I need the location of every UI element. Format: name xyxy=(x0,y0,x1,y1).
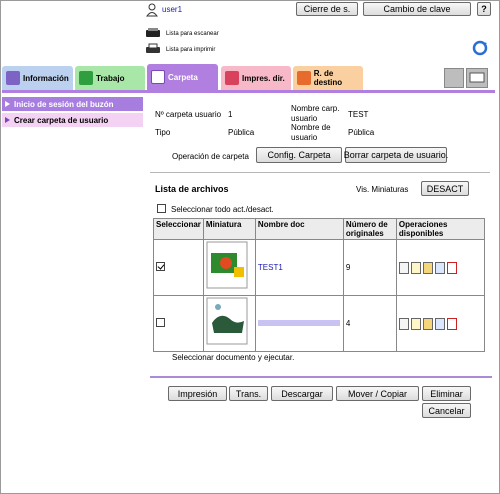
originals-count: 9 xyxy=(342,239,397,296)
operations-cell xyxy=(395,295,486,352)
copy-status-icon[interactable] xyxy=(444,68,464,88)
originals-count: 4 xyxy=(342,295,397,352)
info-icon xyxy=(6,71,20,85)
row-select-cell xyxy=(153,239,204,296)
row-checkbox[interactable] xyxy=(156,318,165,327)
copy-doc-icon[interactable] xyxy=(434,317,445,330)
folder-number-value: 1 xyxy=(228,110,233,119)
tab-underline xyxy=(2,90,495,93)
folder-type-value: Pública xyxy=(228,128,255,137)
scan-status: Lista para escanear xyxy=(166,31,219,37)
user-name: user1 xyxy=(162,5,183,14)
doc-details-icon[interactable] xyxy=(398,317,409,330)
folder-operation-label: Operación de carpeta xyxy=(172,152,249,161)
document-thumbnail[interactable] xyxy=(206,241,250,289)
thumbnail-cell xyxy=(202,295,256,352)
tab-carpeta[interactable]: Carpeta xyxy=(147,64,218,90)
folder-name-value: TEST xyxy=(348,110,369,119)
folder-name-label-2: usuario xyxy=(291,114,318,123)
sidebar-item-create-folder[interactable]: Crear carpeta de usuario xyxy=(2,113,143,127)
destination-icon xyxy=(297,71,311,85)
document-thumbnail[interactable] xyxy=(206,297,250,345)
sidebar-item-login-label: Inicio de sesión del buzón xyxy=(14,99,114,109)
doc-name-link[interactable]: TEST1 xyxy=(254,239,344,296)
screen-icon[interactable] xyxy=(466,68,488,88)
direct-print-icon xyxy=(225,71,239,85)
divider xyxy=(150,172,490,173)
move-doc-icon[interactable] xyxy=(422,261,433,274)
tab-impres-dir[interactable]: Impres. dir. xyxy=(221,66,291,90)
folder-name-label-1: Nombre carp. xyxy=(291,104,340,113)
select-all-label: Seleccionar todo act./desact. xyxy=(171,205,274,214)
col-operations: Operaciones disponibles xyxy=(395,218,486,240)
tab-trabajo[interactable]: Trabajo xyxy=(75,66,145,90)
move-copy-button[interactable]: Mover / Copiar xyxy=(336,386,419,401)
table-row: 4 xyxy=(153,295,486,352)
col-doc-name: Nombre doc xyxy=(254,218,344,240)
doc-name-redacted[interactable] xyxy=(257,320,340,326)
delete-button[interactable]: Eliminar xyxy=(422,386,471,401)
folder-type-label: Tipo xyxy=(155,128,171,137)
logout-button[interactable]: Cierre de s. xyxy=(296,2,358,16)
operations-cell xyxy=(395,239,486,296)
sidebar-item-login[interactable]: Inicio de sesión del buzón xyxy=(2,97,143,111)
tab-destino-label: R. de destino xyxy=(313,69,343,87)
col-thumbnail: Miniatura xyxy=(202,218,256,240)
select-all-checkbox[interactable] xyxy=(157,204,166,213)
triangle-right-icon xyxy=(5,117,10,123)
user-icon xyxy=(146,3,158,17)
edit-doc-icon[interactable] xyxy=(410,317,421,330)
tab-destino[interactable]: R. de destino xyxy=(293,66,363,90)
scanner-icon xyxy=(145,27,161,39)
file-table: Seleccionar Miniatura Nombre doc Número … xyxy=(153,218,486,352)
refresh-icon[interactable] xyxy=(472,40,488,56)
file-list-title: Lista de archivos xyxy=(155,184,229,194)
instruction-text: Seleccionar documento y ejecutar. xyxy=(172,353,295,362)
user-name-label-2: usuario xyxy=(291,133,318,142)
table-row: TEST1 9 xyxy=(153,239,486,296)
thumbnail-cell xyxy=(202,239,256,296)
doc-name-cell xyxy=(254,295,344,352)
edit-doc-icon[interactable] xyxy=(410,261,421,274)
send-button[interactable]: Trans. xyxy=(229,386,268,401)
move-doc-icon[interactable] xyxy=(422,317,433,330)
download-button[interactable]: Descargar xyxy=(271,386,333,401)
triangle-right-icon xyxy=(5,101,10,107)
print-status: Lista para imprimir xyxy=(166,47,216,53)
table-header-row: Seleccionar Miniatura Nombre doc Número … xyxy=(153,218,486,240)
tab-informacion-label: Información xyxy=(23,73,69,83)
cancel-button[interactable]: Cancelar xyxy=(422,403,471,418)
delete-folder-button[interactable]: Borrar carpeta de usuario. xyxy=(344,147,448,163)
user-name-value: Pública xyxy=(348,128,375,137)
col-select: Seleccionar xyxy=(153,218,204,240)
folder-number-label: Nº carpeta usuario xyxy=(155,110,222,119)
doc-details-icon[interactable] xyxy=(398,261,409,274)
user-name-label-1: Nombre de xyxy=(291,123,331,132)
row-checkbox[interactable] xyxy=(156,262,165,271)
row-select-cell xyxy=(153,295,204,352)
delete-doc-icon[interactable] xyxy=(446,317,457,330)
printer-icon xyxy=(145,43,161,55)
delete-doc-icon[interactable] xyxy=(446,261,457,274)
sidebar-item-create-folder-label: Crear carpeta de usuario xyxy=(14,115,109,125)
copy-doc-icon[interactable] xyxy=(434,261,445,274)
config-folder-button[interactable]: Config. Carpeta xyxy=(256,147,342,163)
tab-carpeta-label: Carpeta xyxy=(168,72,198,82)
job-icon xyxy=(79,71,93,85)
tab-informacion[interactable]: Información xyxy=(2,66,73,90)
folder-icon xyxy=(151,70,165,84)
tab-trabajo-label: Trabajo xyxy=(96,73,125,83)
change-password-button[interactable]: Cambio de clave xyxy=(363,2,471,16)
help-button[interactable]: ? xyxy=(477,2,491,16)
tab-impres-dir-label: Impres. dir. xyxy=(242,73,285,83)
col-originals: Número de originales xyxy=(342,218,397,240)
thumb-view-toggle[interactable]: DESACT xyxy=(421,181,469,196)
action-divider xyxy=(150,376,492,378)
thumb-view-label: Vis. Miniaturas xyxy=(356,185,409,194)
print-button[interactable]: Impresión xyxy=(168,386,227,401)
